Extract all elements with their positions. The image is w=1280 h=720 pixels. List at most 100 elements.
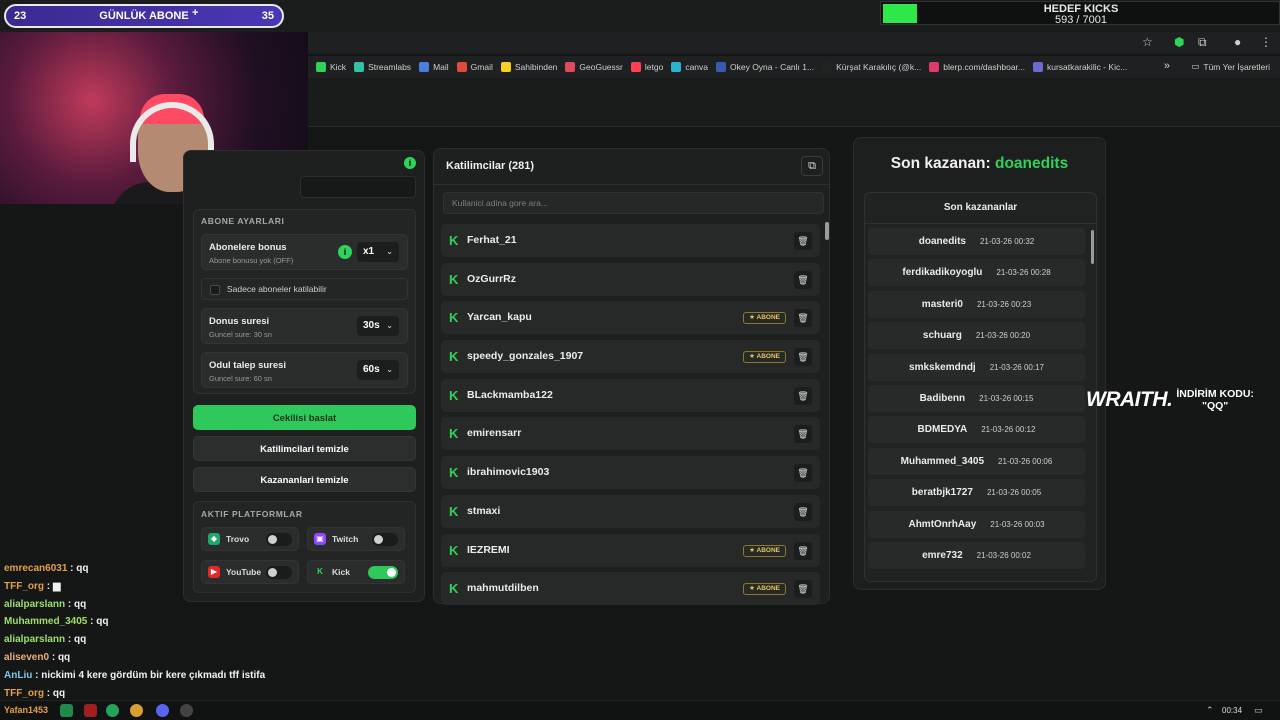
bookmark-item[interactable]: Sahibinden	[500, 62, 557, 72]
trash-icon[interactable]: 🗑	[794, 502, 812, 521]
notification-icon[interactable]: ▭	[1254, 705, 1263, 716]
chat-separator: :	[32, 669, 42, 681]
folder-icon: ▭	[1191, 61, 1200, 71]
platform-toggle[interactable]	[372, 533, 398, 546]
participants-scrollbar[interactable]	[825, 222, 829, 240]
chevron-down-icon: ⌄	[386, 247, 393, 256]
winner-name: beratbjk1727	[911, 487, 973, 499]
participant-name: stmaxi	[467, 504, 501, 517]
chat-text: nickimi 4 kere gördüm bir kere çıkmadı t…	[41, 669, 266, 681]
chat-separator: :	[44, 580, 53, 592]
participants-title: Katilimcilar (281)	[446, 160, 535, 172]
star-icon[interactable]: ☆	[1142, 35, 1153, 49]
platform-toggle[interactable]	[266, 533, 292, 546]
all-bookmarks[interactable]: » ▭ Tüm Yer İşaretleri	[1164, 60, 1270, 72]
app-icon[interactable]	[84, 704, 97, 717]
bookmark-item[interactable]: Kick	[316, 62, 346, 72]
bookmark-item[interactable]: GeoGuessr	[565, 62, 623, 72]
bonus-select[interactable]: x1 ⌄	[357, 242, 399, 262]
participant-search-input[interactable]	[444, 193, 823, 213]
chrome-icon[interactable]	[130, 704, 143, 717]
settings-input[interactable]	[300, 176, 416, 198]
trash-icon[interactable]: 🗑	[794, 309, 812, 328]
trash-icon[interactable]: 🗑	[794, 232, 812, 250]
trash-icon[interactable]: 🗑	[794, 464, 812, 483]
participant-name: Ferhat_21	[467, 234, 517, 246]
kick-icon: K	[449, 542, 459, 558]
bookmark-icon	[630, 62, 641, 72]
chevron-right-icon[interactable]: »	[1164, 60, 1170, 72]
trash-icon[interactable]: 🗑	[794, 270, 812, 289]
list-item: beratbjk1727 21-03-26 00:05	[868, 479, 1085, 507]
shield-icon[interactable]: ⬢	[1174, 35, 1184, 49]
chat-message: emrecan6031 : qq	[4, 560, 424, 578]
duration-select[interactable]: 30s ⌄	[357, 316, 399, 336]
list-item: Kstmaxi 🗑	[441, 494, 820, 528]
whatsapp-icon[interactable]	[106, 704, 119, 717]
bookmark-item[interactable]: Gmail	[456, 62, 493, 72]
trash-icon[interactable]: 🗑	[794, 580, 812, 599]
bookmark-item[interactable]: Mail	[419, 62, 449, 72]
claim-value: 60s	[363, 364, 380, 375]
info-icon[interactable]: i	[404, 157, 416, 169]
list-item: emre732 21-03-26 00:02	[868, 541, 1085, 569]
bookmark-icon	[929, 62, 940, 72]
avatar[interactable]: ●	[1234, 35, 1241, 49]
winner-time: 21-03-26 00:15	[979, 393, 1034, 403]
bookmark-item[interactable]: Okey Oyna - Canlı 1...	[716, 62, 814, 72]
platform-trovo: ◆ Trovo	[201, 527, 299, 551]
sub-count-right: 35	[261, 10, 274, 22]
claim-sub: Guncel sure: 60 sn	[209, 374, 272, 383]
bookmark-item[interactable]: kursatkarakilic - Kic...	[1033, 62, 1127, 72]
clear-participants-button[interactable]: Katilimcilari temizle	[193, 436, 416, 461]
chat-message: AnLiu : nickimi 4 kere gördüm bir kere ç…	[4, 667, 424, 685]
only-subs-checkbox-row[interactable]: Sadece aboneler katilabilir	[201, 278, 408, 300]
chat-message: alialparslann : qq	[4, 631, 424, 649]
bookmark-item[interactable]: Streamlabs	[354, 62, 411, 72]
taskbar-chat-fragment: Yafan1453	[4, 705, 49, 715]
more-icon[interactable]: ⋮	[1260, 35, 1272, 49]
kick-icon: K	[449, 310, 459, 326]
trash-icon[interactable]: 🗑	[794, 348, 812, 367]
discord-icon[interactable]	[156, 704, 169, 717]
sponsor-code: İNDİRİM KODU: "QQ"	[1176, 388, 1254, 412]
extensions-icon[interactable]: ⧉	[1198, 35, 1207, 50]
bookmark-item[interactable]: blerp.com/dashboar...	[929, 62, 1025, 72]
trash-icon[interactable]: 🗑	[794, 541, 812, 560]
kick-icon: K	[449, 349, 459, 365]
copy-icon[interactable]: ⧉	[801, 156, 823, 176]
chat-user: alialparslann	[4, 634, 66, 646]
clear-winners-button[interactable]: Kazananlari temizle	[193, 467, 416, 492]
chevron-up-icon[interactable]: ⌃	[1206, 705, 1214, 716]
only-subs-checkbox[interactable]	[210, 285, 220, 295]
bookmark-label: Gmail	[470, 62, 493, 72]
bookmark-item[interactable]: canva	[671, 62, 708, 72]
chat-user: AnLiu	[4, 669, 33, 681]
trash-icon[interactable]: 🗑	[794, 386, 812, 405]
participant-name: OzGurrRz	[467, 272, 517, 285]
bonus-info-icon[interactable]: i	[338, 245, 352, 259]
kick-icon: K	[449, 465, 459, 481]
trash-icon[interactable]: 🗑	[794, 425, 812, 444]
participant-name: IEZREMI	[467, 543, 510, 556]
obs-icon[interactable]	[180, 704, 193, 717]
chat-text: qq	[52, 687, 66, 699]
list-item: K Yarcan_kapu ★ ABONE 🗑	[441, 301, 820, 335]
winners-scrollbar[interactable]	[1091, 230, 1094, 264]
claim-select[interactable]: 60s ⌄	[357, 360, 399, 380]
bookmarks-bar: Kick Streamlabs Mail Gmail Sahibinden GeoGues…	[308, 56, 1280, 78]
page-header	[308, 78, 1280, 126]
bookmark-item[interactable]: letgo	[630, 62, 663, 72]
kick-icon: K	[449, 426, 459, 442]
list-item: AhmtOnrhAay 21-03-26 00:03	[868, 510, 1085, 538]
list-item: Kibrahimovic1903 🗑	[441, 456, 820, 490]
app-icon[interactable]	[60, 704, 73, 717]
bookmark-item[interactable]: Kürşat Karakılıç (@k...	[822, 62, 921, 72]
participant-name: speedy_gonzales_1907	[467, 350, 584, 363]
chat-text: qq	[74, 634, 87, 646]
start-raffle-button[interactable]: Cekilisi baslat	[193, 405, 416, 430]
participants-list: K Ferhat_21 🗑 K OzGurrRz 🗑 K Yarcan_kapu ★ ABONE…	[441, 224, 821, 611]
trovo-icon: ◆	[208, 533, 220, 545]
list-item: schuarg 21-03-26 00:20	[868, 322, 1085, 350]
list-item: Kspeedy_gonzales_1907 ★ ABONE 🗑	[441, 340, 820, 374]
